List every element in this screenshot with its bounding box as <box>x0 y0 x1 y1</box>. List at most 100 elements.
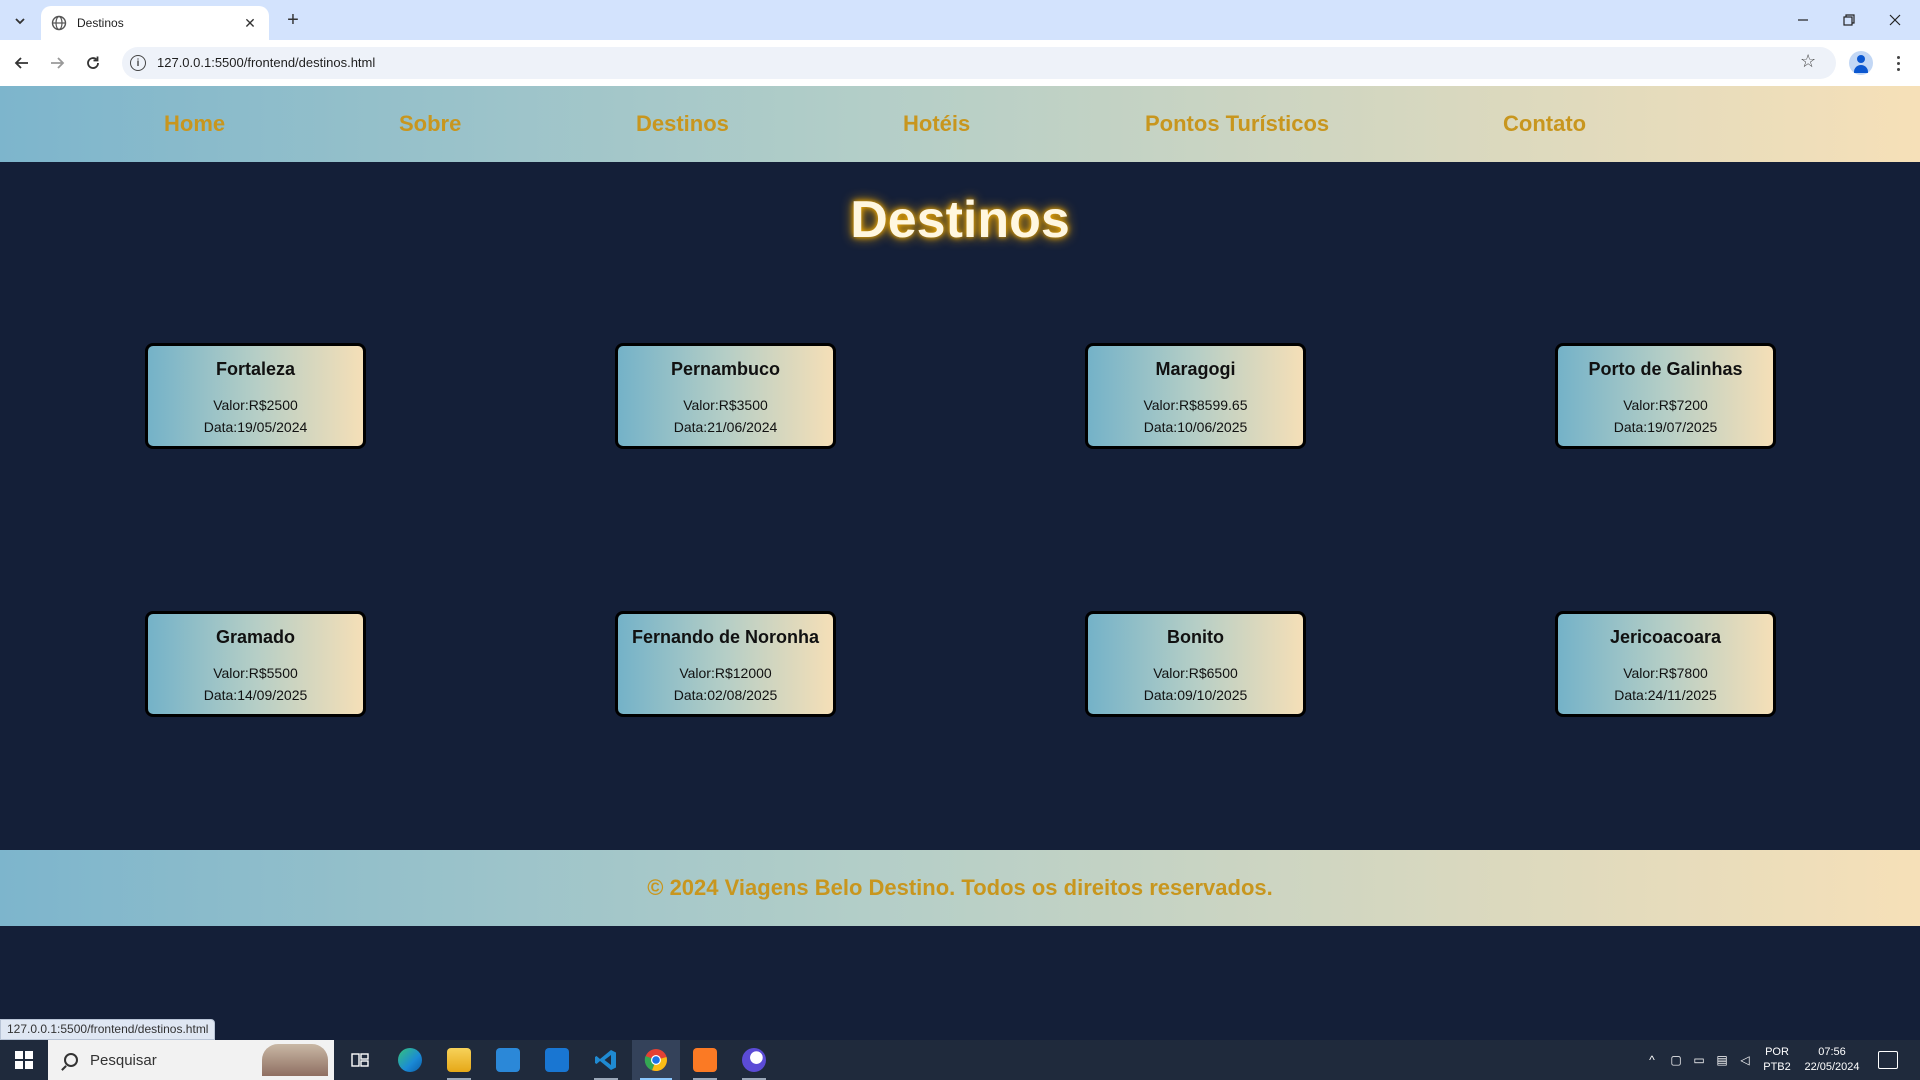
destination-card-gramado[interactable]: Gramado Valor:R$5500 Data:14/09/2025 <box>145 611 366 717</box>
site-navbar: Home Sobre Destinos Hotéis Pontos Turíst… <box>0 86 1920 162</box>
destination-name: Fortaleza <box>215 359 296 379</box>
taskbar-store[interactable] <box>484 1040 532 1080</box>
minimize-icon <box>1798 19 1808 21</box>
site-footer: © 2024 Viagens Belo Destino. Todos os di… <box>0 850 1920 926</box>
address-bar[interactable] <box>122 47 1836 79</box>
chrome-icon <box>644 1049 667 1072</box>
destination-name: Gramado <box>215 627 296 647</box>
browser-tab-destinos[interactable]: Destinos ✕ <box>41 6 269 40</box>
browser-tab-strip: Destinos ✕ + <box>0 0 1920 40</box>
destination-card-fortaleza[interactable]: Fortaleza Valor:R$2500 Data:19/05/2024 <box>145 343 366 449</box>
tab-title: Destinos <box>77 16 124 30</box>
taskbar-edge[interactable] <box>386 1040 434 1080</box>
destination-name: Fernando de Noronha <box>631 627 819 647</box>
back-button[interactable] <box>9 50 35 76</box>
destination-name: Bonito <box>1167 627 1224 647</box>
store-icon <box>496 1048 520 1072</box>
destination-value: Valor:R$5500 <box>213 665 298 681</box>
destination-date: Data:24/11/2025 <box>1614 687 1717 703</box>
nav-link-sobre[interactable]: Sobre <box>399 86 461 162</box>
close-window-button[interactable] <box>1872 0 1918 40</box>
search-highlight-image <box>262 1044 328 1076</box>
destination-value: Valor:R$8599.65 <box>1143 397 1248 413</box>
destination-card-jericoacoara[interactable]: Jericoacoara Valor:R$7800 Data:24/11/202… <box>1555 611 1776 717</box>
nav-link-destinos[interactable]: Destinos <box>636 86 729 162</box>
nav-link-contato[interactable]: Contato <box>1503 86 1586 162</box>
destination-date: Data:19/05/2024 <box>203 419 308 435</box>
language-code: POR <box>1765 1046 1789 1058</box>
volume-icon[interactable]: ◁ <box>1737 1052 1753 1068</box>
show-hidden-icons-chevron-up-icon[interactable]: ^ <box>1644 1052 1660 1068</box>
taskbar-eclipse[interactable] <box>730 1040 778 1080</box>
site-info-icon[interactable]: i <box>130 55 146 71</box>
destination-name: Pernambuco <box>670 359 781 379</box>
more-menu-icon[interactable] <box>1890 51 1906 75</box>
destination-value: Valor:R$7800 <box>1623 665 1708 681</box>
arrow-right-icon <box>51 57 65 69</box>
destination-value: Valor:R$7200 <box>1623 397 1708 413</box>
page-title: Destinos <box>850 191 1070 249</box>
meet-now-icon[interactable]: ▢ <box>1668 1052 1684 1068</box>
destination-name: Maragogi <box>1155 359 1236 379</box>
mail-icon <box>545 1048 569 1072</box>
destination-card-fernando-de-noronha[interactable]: Fernando de Noronha Valor:R$12000 Data:0… <box>615 611 836 717</box>
destination-date: Data:10/06/2025 <box>1143 419 1248 435</box>
destination-name: Jericoacoara <box>1609 627 1722 647</box>
windows-taskbar: Pesquisar ^ ▢ ▭ ▤ ◁ POR PTB2 07:56 22/05… <box>0 1040 1920 1080</box>
reload-button[interactable] <box>80 50 106 76</box>
task-view-icon <box>351 1053 369 1067</box>
taskbar-search-box[interactable]: Pesquisar <box>48 1040 334 1080</box>
display-icon[interactable]: ▭ <box>1691 1052 1707 1068</box>
taskbar-chrome[interactable] <box>632 1040 680 1080</box>
task-view-button[interactable] <box>336 1040 384 1080</box>
taskbar-vscode[interactable] <box>582 1040 630 1080</box>
destination-card-bonito[interactable]: Bonito Valor:R$6500 Data:09/10/2025 <box>1085 611 1306 717</box>
taskbar-mail[interactable] <box>533 1040 581 1080</box>
input-language-indicator[interactable]: POR PTB2 <box>1762 1045 1792 1075</box>
clock-time: 07:56 <box>1818 1046 1846 1058</box>
taskbar-xampp[interactable] <box>681 1040 729 1080</box>
profile-avatar-icon[interactable] <box>1849 51 1873 75</box>
taskbar-search-placeholder: Pesquisar <box>90 1051 157 1069</box>
close-tab-icon[interactable]: ✕ <box>241 14 259 32</box>
destination-name: Porto de Galinhas <box>1588 359 1743 379</box>
keyboard-layout-code: PTB2 <box>1763 1061 1791 1073</box>
new-tab-button[interactable]: + <box>281 8 305 32</box>
network-icon[interactable]: ▤ <box>1714 1052 1730 1068</box>
taskbar-file-explorer[interactable] <box>435 1040 483 1080</box>
destination-value: Valor:R$2500 <box>213 397 298 413</box>
start-button[interactable] <box>0 1040 48 1080</box>
tab-search-button[interactable] <box>8 9 32 33</box>
chevron-down-icon <box>15 18 25 25</box>
clock-date: 22/05/2024 <box>1804 1061 1860 1073</box>
reload-icon <box>87 56 99 69</box>
bookmark-star-icon[interactable]: ☆ <box>1800 51 1816 72</box>
footer-copyright: © 2024 Viagens Belo Destino. Todos os di… <box>647 875 1273 900</box>
address-bar-url[interactable]: 127.0.0.1:5500/frontend/destinos.html <box>157 55 375 70</box>
destination-card-porto-de-galinhas[interactable]: Porto de Galinhas Valor:R$7200 Data:19/0… <box>1555 343 1776 449</box>
restore-icon <box>1843 14 1855 26</box>
destination-value: Valor:R$3500 <box>683 397 768 413</box>
folder-icon <box>447 1048 471 1072</box>
forward-button[interactable] <box>44 50 70 76</box>
xampp-icon <box>693 1048 717 1072</box>
destination-date: Data:09/10/2025 <box>1143 687 1248 703</box>
notifications-icon[interactable] <box>1878 1051 1898 1069</box>
restore-button[interactable] <box>1826 0 1872 40</box>
destination-date: Data:19/07/2025 <box>1613 419 1718 435</box>
eclipse-icon <box>742 1048 766 1072</box>
destination-card-pernambuco[interactable]: Pernambuco Valor:R$3500 Data:21/06/2024 <box>615 343 836 449</box>
minimize-button[interactable] <box>1780 0 1826 40</box>
nav-link-pontos-turisticos[interactable]: Pontos Turísticos <box>1145 86 1329 162</box>
destination-date: Data:14/09/2025 <box>203 687 308 703</box>
nav-link-hoteis[interactable]: Hotéis <box>903 86 970 162</box>
taskbar-clock[interactable]: 07:56 22/05/2024 <box>1799 1045 1865 1075</box>
arrow-left-icon <box>14 57 28 69</box>
close-icon <box>1889 14 1901 26</box>
search-icon <box>64 1053 78 1067</box>
destination-card-maragogi[interactable]: Maragogi Valor:R$8599.65 Data:10/06/2025 <box>1085 343 1306 449</box>
windows-logo-icon <box>15 1051 33 1069</box>
destination-value: Valor:R$6500 <box>1153 665 1238 681</box>
nav-link-home[interactable]: Home <box>164 86 225 162</box>
destination-value: Valor:R$12000 <box>679 665 772 681</box>
